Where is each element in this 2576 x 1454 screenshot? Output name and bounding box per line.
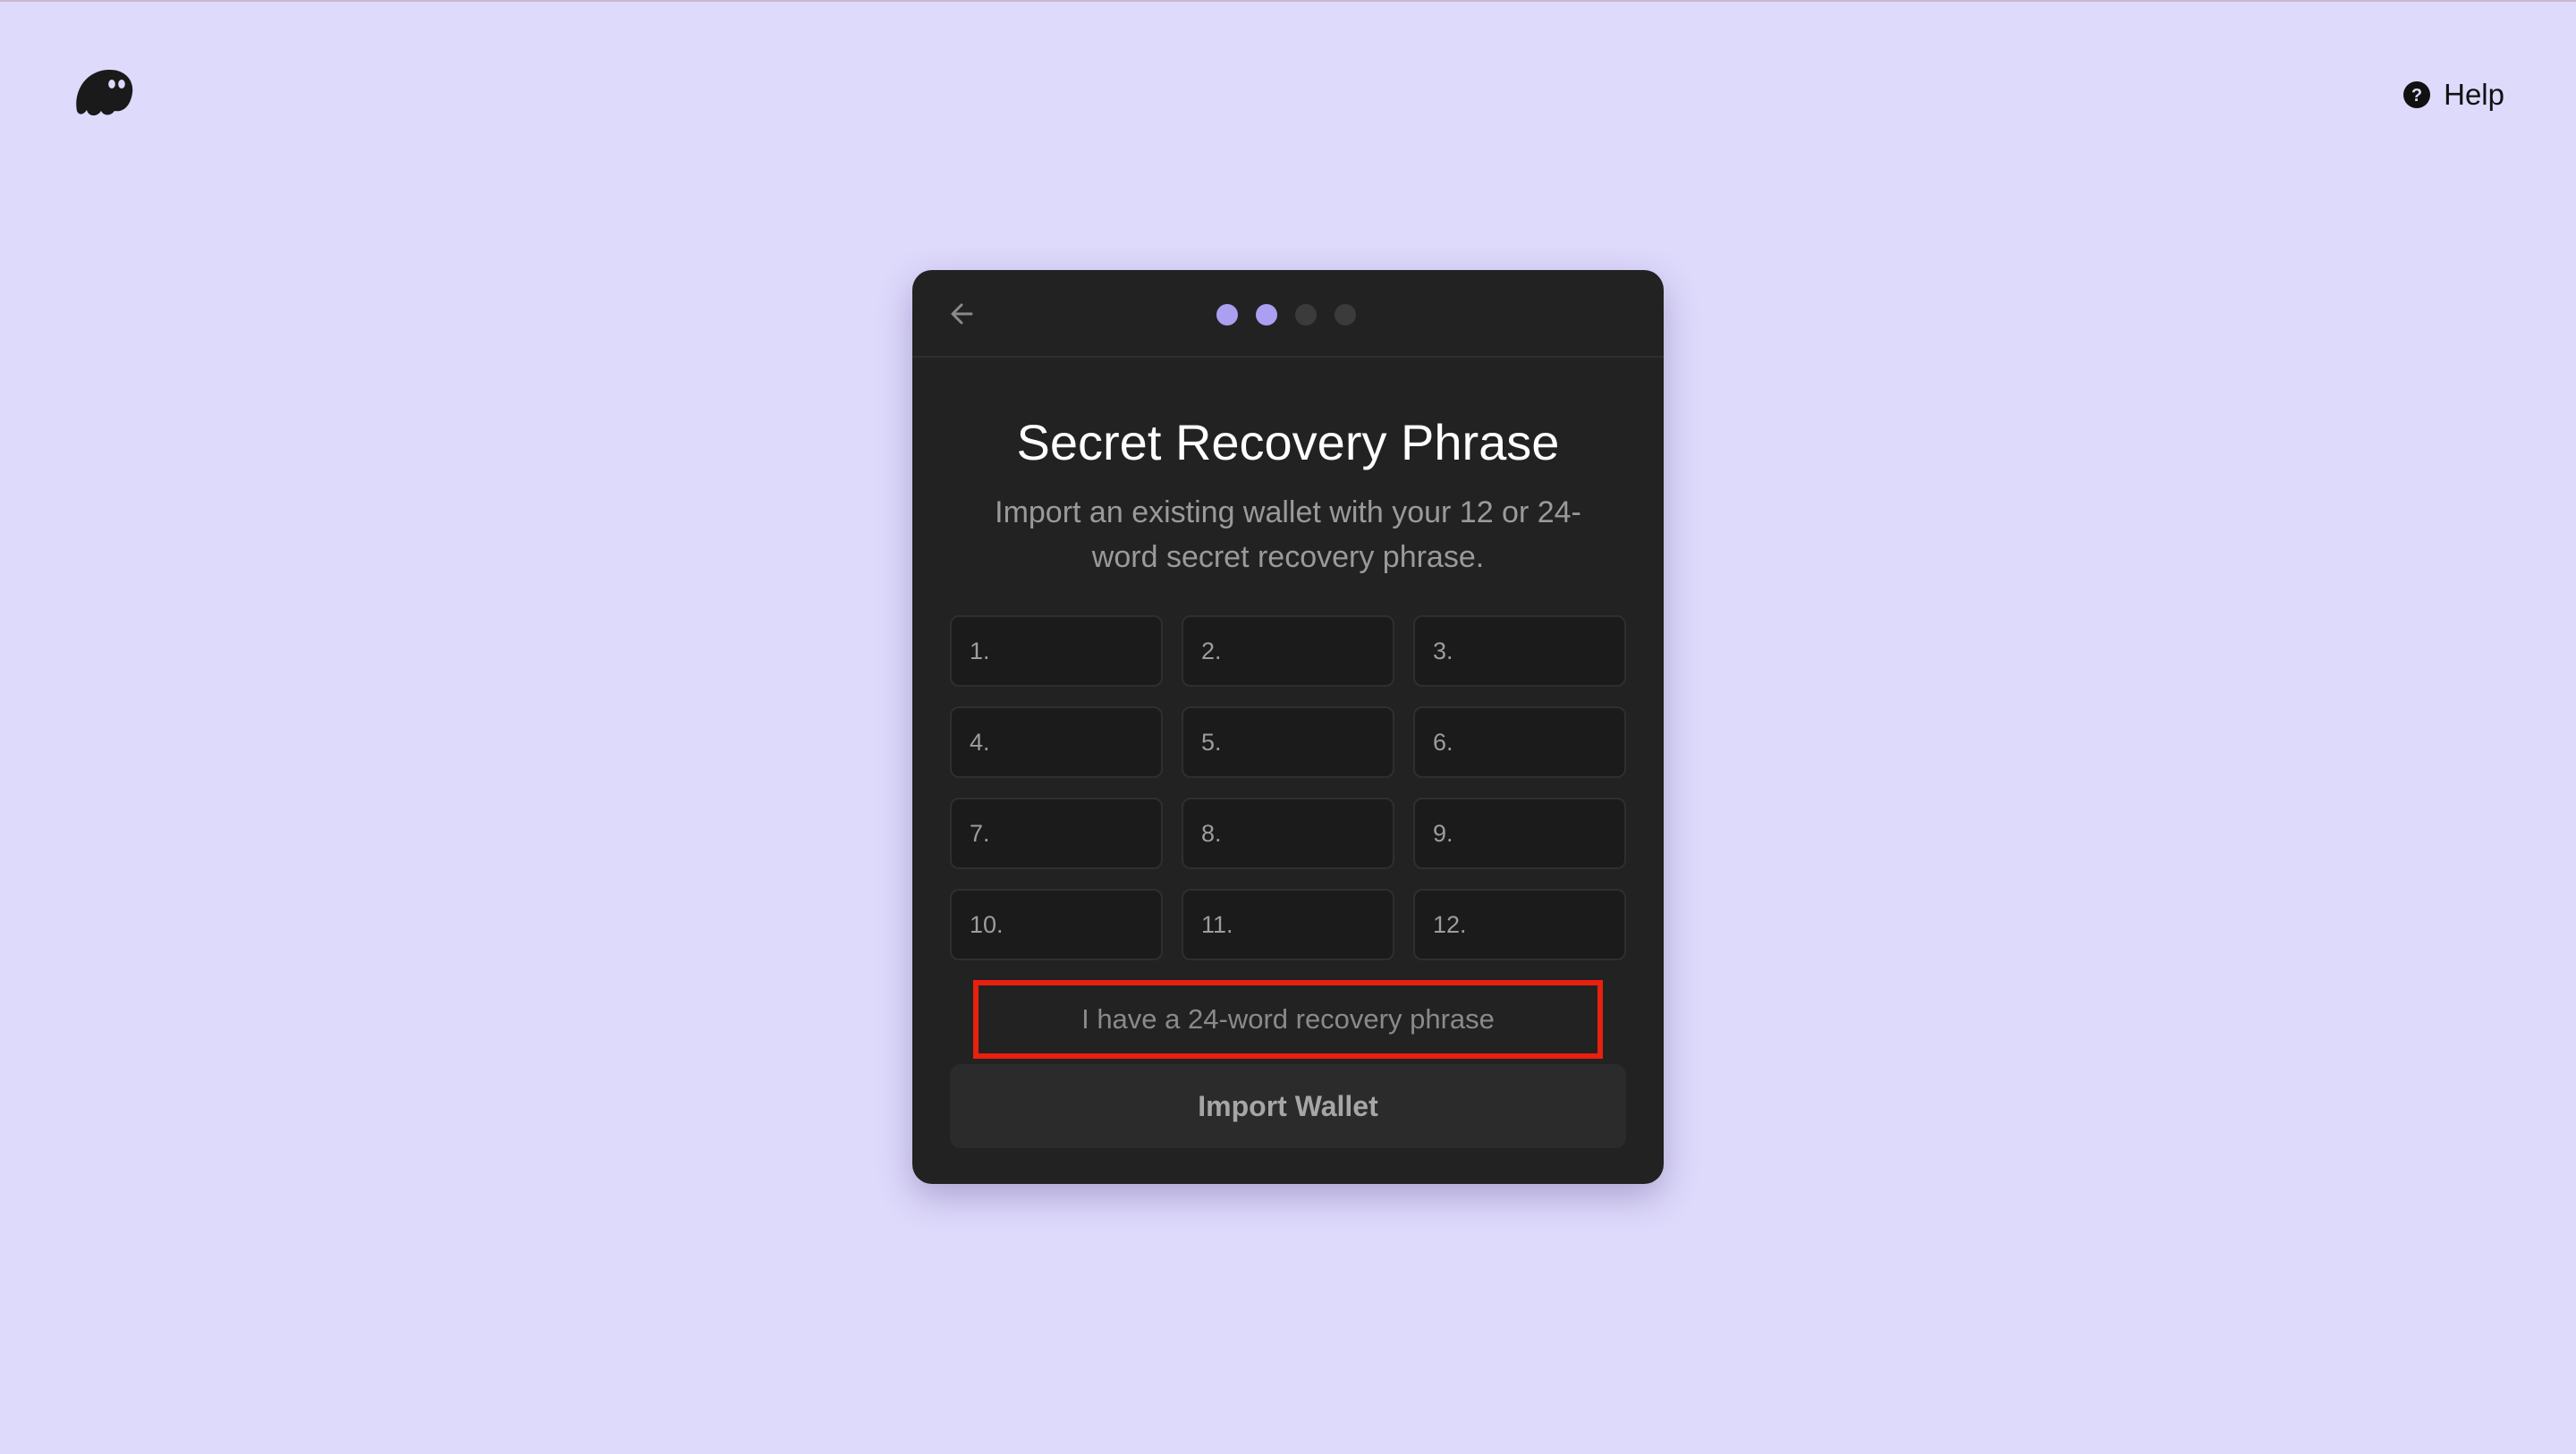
word-input-3[interactable]: 3. [1413,615,1626,687]
word-input-6[interactable]: 6. [1413,706,1626,778]
page-title: Secret Recovery Phrase [1016,414,1560,470]
word-input-7[interactable]: 7. [950,798,1163,869]
word-index: 3. [1433,637,1453,664]
word-index: 9. [1433,819,1453,847]
word-index: 1. [970,637,990,664]
page-subtitle: Import an existing wallet with your 12 o… [995,495,1581,574]
word-index: 12. [1433,910,1467,938]
word-index: 4. [970,728,990,756]
use-24-word-phrase-button[interactable]: I have a 24-word recovery phrase [973,980,1603,1059]
word-index: 7. [970,819,990,847]
recovery-phrase-grid: 1. 2. 3. 4. 5. 6. 7. 8. 9. 10. 11. 12. [950,615,1626,960]
help-label: Help [2444,78,2504,111]
arrow-left-icon[interactable] [945,295,982,333]
card-header [912,270,1664,358]
top-divider [0,0,2576,2]
progress-dot-3 [1295,304,1317,325]
import-wallet-label: Import Wallet [1198,1089,1378,1122]
word-index: 11. [1201,910,1233,938]
word-input-12[interactable]: 12. [1413,889,1626,960]
import-wallet-card: Secret Recovery Phrase Import an existin… [912,270,1664,1184]
word-index: 10. [970,910,1004,938]
word-index: 2. [1201,637,1222,664]
word-input-5[interactable]: 5. [1182,706,1394,778]
phantom-ghost-icon [76,69,133,116]
word-index: 5. [1201,728,1222,756]
progress-dot-4 [1335,304,1356,325]
word-input-11[interactable]: 11. [1182,889,1394,960]
svg-text:?: ? [2411,86,2422,106]
word-input-1[interactable]: 1. [950,615,1163,687]
word-input-10[interactable]: 10. [950,889,1163,960]
word-input-4[interactable]: 4. [950,706,1163,778]
question-circle-icon: ? [2403,81,2431,108]
word-input-2[interactable]: 2. [1182,615,1394,687]
progress-dots [1216,304,1356,325]
page: ? Help Secret Recovery Phrase Import an … [0,0,2576,1454]
import-wallet-button[interactable]: Import Wallet [950,1064,1626,1148]
word-index: 8. [1201,819,1222,847]
progress-dot-2 [1256,304,1277,325]
use-24-word-phrase-label: I have a 24-word recovery phrase [1081,1003,1495,1035]
word-index: 6. [1433,728,1453,756]
help-button[interactable]: ? Help [2402,77,2504,113]
word-input-9[interactable]: 9. [1413,798,1626,869]
word-input-8[interactable]: 8. [1182,798,1394,869]
progress-dot-1 [1216,304,1238,325]
